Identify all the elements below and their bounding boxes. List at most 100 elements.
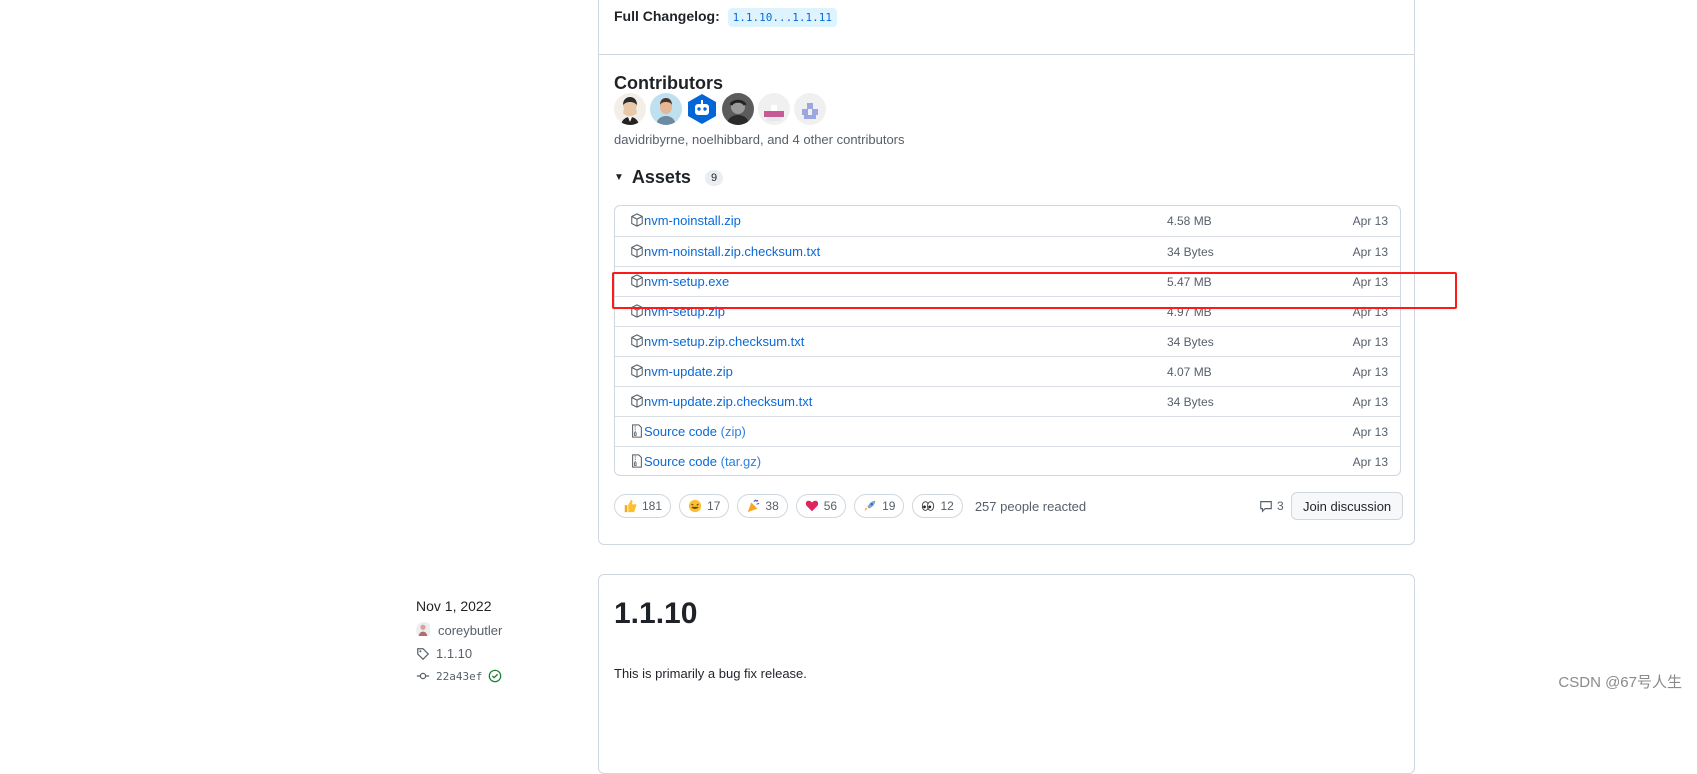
asset-size: 5.47 MB xyxy=(1167,275,1212,289)
changelog-compare-link[interactable]: 1.1.10...1.1.11 xyxy=(727,8,837,27)
comment-icon xyxy=(1260,501,1272,513)
reaction-count: 12 xyxy=(940,499,954,513)
reactions-bar: 181 17 38 56 19 12 257 people reacted xyxy=(614,494,1086,518)
asset-row: nvm-setup.zip 4.97 MB Apr 13 xyxy=(615,296,1400,326)
asset-size: 4.97 MB xyxy=(1167,305,1212,319)
package-icon xyxy=(630,244,644,258)
release-author[interactable]: coreybutler xyxy=(416,622,502,638)
asset-date: Apr 13 xyxy=(1352,275,1388,289)
eyes-icon xyxy=(922,501,935,511)
commit-sha: 22a43ef xyxy=(436,669,483,683)
release-card-1-1-10: 1.1.10 This is primarily a bug fix relea… xyxy=(598,574,1415,774)
asset-date: Apr 13 xyxy=(1352,245,1388,259)
tag-icon xyxy=(417,647,430,660)
release-title[interactable]: 1.1.10 xyxy=(614,597,697,631)
asset-date: Apr 13 xyxy=(1352,214,1388,228)
asset-row: Source code (zip) Apr 13 xyxy=(615,416,1400,446)
asset-date: Apr 13 xyxy=(1352,425,1388,439)
package-icon xyxy=(630,213,644,227)
package-icon xyxy=(630,304,644,318)
asset-name: nvm-update.zip.checksum.txt xyxy=(644,394,813,409)
avatar[interactable] xyxy=(614,93,646,125)
assets-title: Assets xyxy=(631,167,691,187)
asset-name: nvm-setup.zip xyxy=(644,304,725,319)
reactions-summary: 257 people reacted xyxy=(974,498,1087,514)
assets-counter: 9 xyxy=(704,169,724,186)
thumbs-up-icon xyxy=(624,499,637,513)
asset-date: Apr 13 xyxy=(1352,365,1388,379)
asset-format: (zip) xyxy=(717,424,746,439)
author-name: coreybutler xyxy=(438,622,503,638)
asset-date: Apr 13 xyxy=(1352,395,1388,409)
commit-icon xyxy=(416,672,430,680)
changelog-label: Full Changelog: xyxy=(614,8,720,24)
contributor-avatars xyxy=(614,93,826,125)
release-card: Full Changelog: 1.1.10...1.1.11 Contribu… xyxy=(598,0,1415,545)
asset-link[interactable]: nvm-update.zip xyxy=(644,364,733,379)
asset-link[interactable]: nvm-setup.zip.checksum.txt xyxy=(644,334,804,349)
assets-list: nvm-noinstall.zip 4.58 MB Apr 13 nvm-noinst… xyxy=(614,205,1401,476)
rocket-icon xyxy=(864,500,876,512)
asset-row: Source code (tar.gz) Apr 13 xyxy=(615,446,1400,475)
heart-icon xyxy=(805,500,818,512)
package-icon xyxy=(630,394,644,408)
asset-format: (tar.gz) xyxy=(717,454,762,469)
reaction-rocket[interactable]: 19 xyxy=(854,494,905,518)
reaction-count: 56 xyxy=(823,499,838,513)
asset-date: Apr 13 xyxy=(1352,335,1388,349)
reaction-eyes[interactable]: 12 xyxy=(912,494,963,518)
asset-link[interactable]: nvm-noinstall.zip xyxy=(644,213,741,228)
asset-row: nvm-update.zip 4.07 MB Apr 13 xyxy=(615,356,1400,386)
join-discussion-button[interactable]: Join discussion xyxy=(1291,492,1404,520)
avatar[interactable] xyxy=(686,93,718,125)
asset-name: nvm-noinstall.zip.checksum.txt xyxy=(644,244,821,259)
release-description: This is primarily a bug fix release. xyxy=(614,666,807,681)
asset-row: nvm-setup.zip.checksum.txt 34 Bytes Apr 13 xyxy=(615,326,1400,356)
asset-name: nvm-setup.zip.checksum.txt xyxy=(644,334,805,349)
release-commit[interactable]: 22a43ef xyxy=(416,669,502,683)
release-meta: Nov 1, 2022 coreybutler 1.1.10 22a43ef xyxy=(416,598,502,683)
reaction-tada[interactable]: 38 xyxy=(737,494,788,518)
asset-link[interactable]: nvm-setup.zip xyxy=(644,304,725,319)
tada-icon xyxy=(748,499,760,513)
reaction-count: 19 xyxy=(882,499,896,513)
verified-check-icon xyxy=(489,669,502,683)
laugh-icon xyxy=(688,499,702,513)
asset-name: nvm-noinstall.zip xyxy=(644,213,741,228)
assets-toggle[interactable]: ▼ Assets 9 xyxy=(614,167,724,188)
reaction-laugh[interactable]: 17 xyxy=(679,494,730,518)
asset-link[interactable]: Source code (zip) xyxy=(644,424,746,439)
asset-link[interactable]: nvm-update.zip.checksum.txt xyxy=(644,394,812,409)
asset-link[interactable]: Source code (tar.gz) xyxy=(644,454,761,469)
reaction-count: 17 xyxy=(707,499,721,513)
asset-link[interactable]: nvm-noinstall.zip.checksum.txt xyxy=(644,244,820,259)
asset-row: nvm-noinstall.zip.checksum.txt 34 Bytes Ap… xyxy=(615,236,1400,266)
asset-name: nvm-setup.exe xyxy=(644,274,730,289)
asset-row: nvm-setup.exe 5.47 MB Apr 13 xyxy=(615,266,1400,296)
reaction-count: 38 xyxy=(765,499,779,513)
avatar[interactable] xyxy=(794,93,826,125)
asset-link[interactable]: nvm-setup.exe xyxy=(644,274,729,289)
package-icon xyxy=(630,334,644,348)
avatar[interactable] xyxy=(650,93,682,125)
asset-size: 34 Bytes xyxy=(1167,335,1214,349)
asset-name: Source code xyxy=(644,454,717,469)
asset-name: Source code xyxy=(644,424,717,439)
avatar[interactable] xyxy=(722,93,754,125)
package-icon xyxy=(630,274,644,288)
caret-down-icon: ▼ xyxy=(614,172,624,183)
asset-size: 4.58 MB xyxy=(1167,214,1212,228)
asset-size: 34 Bytes xyxy=(1167,245,1214,259)
comments-link[interactable]: 3 xyxy=(1259,499,1284,513)
reaction-thumbs-up[interactable]: 181 xyxy=(614,494,672,518)
avatar xyxy=(416,622,432,638)
release-date: Nov 1, 2022 xyxy=(416,598,492,614)
tag-name: 1.1.10 xyxy=(436,646,473,661)
release-tag[interactable]: 1.1.10 xyxy=(416,646,502,661)
full-changelog: Full Changelog: 1.1.10...1.1.11 xyxy=(614,8,837,27)
reaction-heart[interactable]: 56 xyxy=(795,494,847,518)
avatar[interactable] xyxy=(758,93,790,125)
reaction-count: 181 xyxy=(642,499,663,513)
divider xyxy=(599,54,1414,55)
contributors-summary: davidribyrne, noelhibbard, and 4 other c… xyxy=(614,132,905,147)
